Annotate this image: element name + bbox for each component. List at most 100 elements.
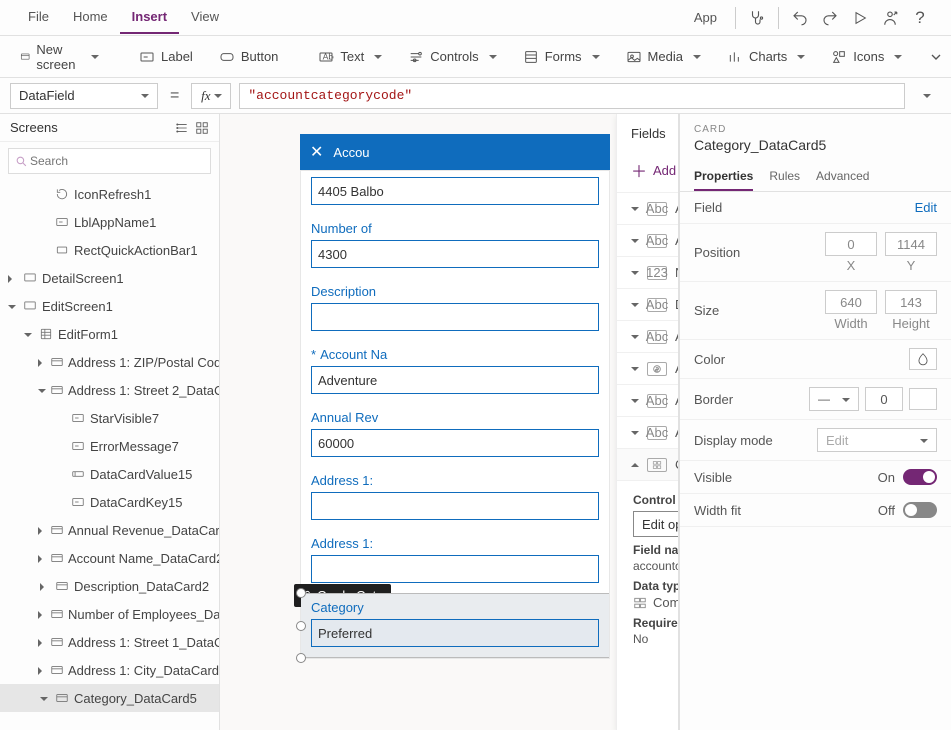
text-menu[interactable]: Abc Text <box>308 43 392 71</box>
icons-menu[interactable]: Icons <box>821 43 912 71</box>
properties-panel: CARD Category_DataCard5 PropertiesRulesA… <box>679 114 951 730</box>
tab-properties[interactable]: Properties <box>694 163 753 191</box>
property-selector[interactable]: DataField <box>10 83 158 109</box>
charts-menu[interactable]: Charts <box>717 43 815 71</box>
field-item[interactable]: AbcAddress 1: City <box>617 192 679 224</box>
tab-advanced[interactable]: Advanced <box>816 163 869 191</box>
menu-view[interactable]: View <box>179 1 231 34</box>
media-menu[interactable]: Media <box>616 43 711 71</box>
tree-row[interactable]: LblAppName1 <box>0 208 219 236</box>
tree-row[interactable]: Description_DataCard2 <box>0 572 219 600</box>
controls-menu[interactable]: Controls <box>398 43 506 71</box>
field-item-expanded[interactable]: Category··· <box>617 448 679 480</box>
tree-row[interactable]: Number of Employees_Data <box>0 600 219 628</box>
form-input[interactable] <box>311 555 599 583</box>
tree-row[interactable]: Annual Revenue_DataCard2 <box>0 516 219 544</box>
color-swatch[interactable] <box>909 348 937 370</box>
card-icon <box>50 606 64 622</box>
tree-row[interactable]: Account Name_DataCard2 <box>0 544 219 572</box>
menu-file[interactable]: File <box>16 1 61 34</box>
field-item[interactable]: AbcAddress 1: ZIP/Postal Code <box>617 416 679 448</box>
tree-row[interactable]: Address 1: Street 2_DataCar <box>0 376 219 404</box>
pos-y-input[interactable]: 1144 <box>885 232 937 256</box>
tree-row[interactable]: Address 1: Street 1_DataCar <box>0 628 219 656</box>
tree-row[interactable]: StarVisible7 <box>0 404 219 432</box>
menu-home[interactable]: Home <box>61 1 120 34</box>
selected-card[interactable]: Category Preferred <box>301 593 609 658</box>
height-input[interactable]: 143 <box>885 290 937 314</box>
preview-icon[interactable] <box>845 3 875 33</box>
form-input[interactable]: 4300 <box>311 240 599 268</box>
add-field-button[interactable]: ＋Add field <box>631 158 679 182</box>
form-field-label: Address 1: <box>311 536 599 551</box>
menu-insert[interactable]: Insert <box>120 1 179 34</box>
border-color-swatch[interactable] <box>909 388 937 410</box>
edit-field-link[interactable]: Edit <box>915 200 937 215</box>
field-item[interactable]: Annual Revenue <box>617 352 679 384</box>
screens-title: Screens <box>10 120 58 135</box>
field-item[interactable]: AbcAddress 1: Street 2 <box>617 384 679 416</box>
form-input[interactable] <box>311 492 599 520</box>
widthfit-label: Width fit <box>694 503 741 518</box>
form-input[interactable]: Adventure <box>311 366 599 394</box>
type-icon: Abc <box>647 202 667 216</box>
canvas-area: ✕ Accou 4405 Balbo Number of4300Descript… <box>220 114 679 730</box>
width-input[interactable]: 640 <box>825 290 877 314</box>
close-icon[interactable]: ✕ <box>310 142 323 162</box>
tree-row[interactable]: DataCardKey15 <box>0 488 219 516</box>
tree-row[interactable]: EditForm1 <box>0 320 219 348</box>
displaymode-dropdown[interactable]: Edit <box>817 428 937 452</box>
tree-row[interactable]: Category_DataCard5 <box>0 684 219 712</box>
fields-panel: Fields ✕ ＋Add field ··· AbcAddress 1: Ci… <box>616 114 679 730</box>
chevron-down-icon <box>631 425 639 440</box>
tree-label: Address 1: Street 1_DataCar <box>68 635 219 650</box>
forms-menu[interactable]: Forms <box>513 43 610 71</box>
form-input[interactable]: Preferred <box>311 619 599 647</box>
pos-x-input[interactable]: 0 <box>825 232 877 256</box>
field-item[interactable]: AbcDescription <box>617 288 679 320</box>
tree-search[interactable] <box>8 148 211 174</box>
refresh-icon <box>54 186 70 202</box>
field-item[interactable]: AbcAccount Name <box>617 320 679 352</box>
thumbnail-icon[interactable] <box>195 121 209 135</box>
share-icon[interactable] <box>875 3 905 33</box>
tab-rules[interactable]: Rules <box>769 163 800 191</box>
type-icon: Abc <box>647 426 667 440</box>
formula-input[interactable]: "accountcategorycode" <box>239 83 905 109</box>
tree-row[interactable]: DataCardValue15 <box>0 460 219 488</box>
tree-row[interactable]: Address 1: ZIP/Postal Code_ <box>0 348 219 376</box>
form-input[interactable] <box>311 303 599 331</box>
widthfit-toggle[interactable] <box>903 502 937 518</box>
type-icon <box>647 458 667 472</box>
overflow-button[interactable] <box>918 43 951 71</box>
border-width-input[interactable]: 0 <box>865 387 903 411</box>
help-icon[interactable]: ? <box>905 3 935 33</box>
border-style-dropdown[interactable]: — <box>809 387 859 411</box>
fx-button[interactable]: fx <box>191 83 231 109</box>
tree-row[interactable]: EditScreen1 <box>0 292 219 320</box>
button-button[interactable]: Button <box>209 43 289 71</box>
undo-icon[interactable] <box>785 3 815 33</box>
form-input[interactable]: 4405 Balbo <box>311 177 599 205</box>
tree-search-input[interactable] <box>28 153 204 169</box>
tree-row[interactable]: DetailScreen1 <box>0 264 219 292</box>
tree-row[interactable]: RectQuickActionBar1 <box>0 236 219 264</box>
label-icon <box>70 438 86 454</box>
app-menu[interactable]: App <box>682 2 729 33</box>
tree-row[interactable]: Address 1: City_DataCard2 <box>0 656 219 684</box>
form-input[interactable]: 60000 <box>311 429 599 457</box>
diagnostics-icon[interactable] <box>742 3 772 33</box>
field-item[interactable]: 123Number of Employees <box>617 256 679 288</box>
redo-icon[interactable] <box>815 3 845 33</box>
control-type-select[interactable]: Edit option set single-select <box>633 511 679 537</box>
tree-options-icon[interactable] <box>175 121 189 135</box>
type-icon: 123 <box>647 266 667 280</box>
tree-row[interactable]: IconRefresh1 <box>0 180 219 208</box>
tree-label: Category_DataCard5 <box>74 691 197 706</box>
new-screen-button[interactable]: New screen <box>10 36 109 78</box>
label-button[interactable]: Label <box>129 43 203 71</box>
visible-toggle[interactable] <box>903 469 937 485</box>
tree-row[interactable]: ErrorMessage7 <box>0 432 219 460</box>
formula-expand[interactable] <box>913 82 941 109</box>
field-item[interactable]: AbcAddress 1: Street 1 <box>617 224 679 256</box>
